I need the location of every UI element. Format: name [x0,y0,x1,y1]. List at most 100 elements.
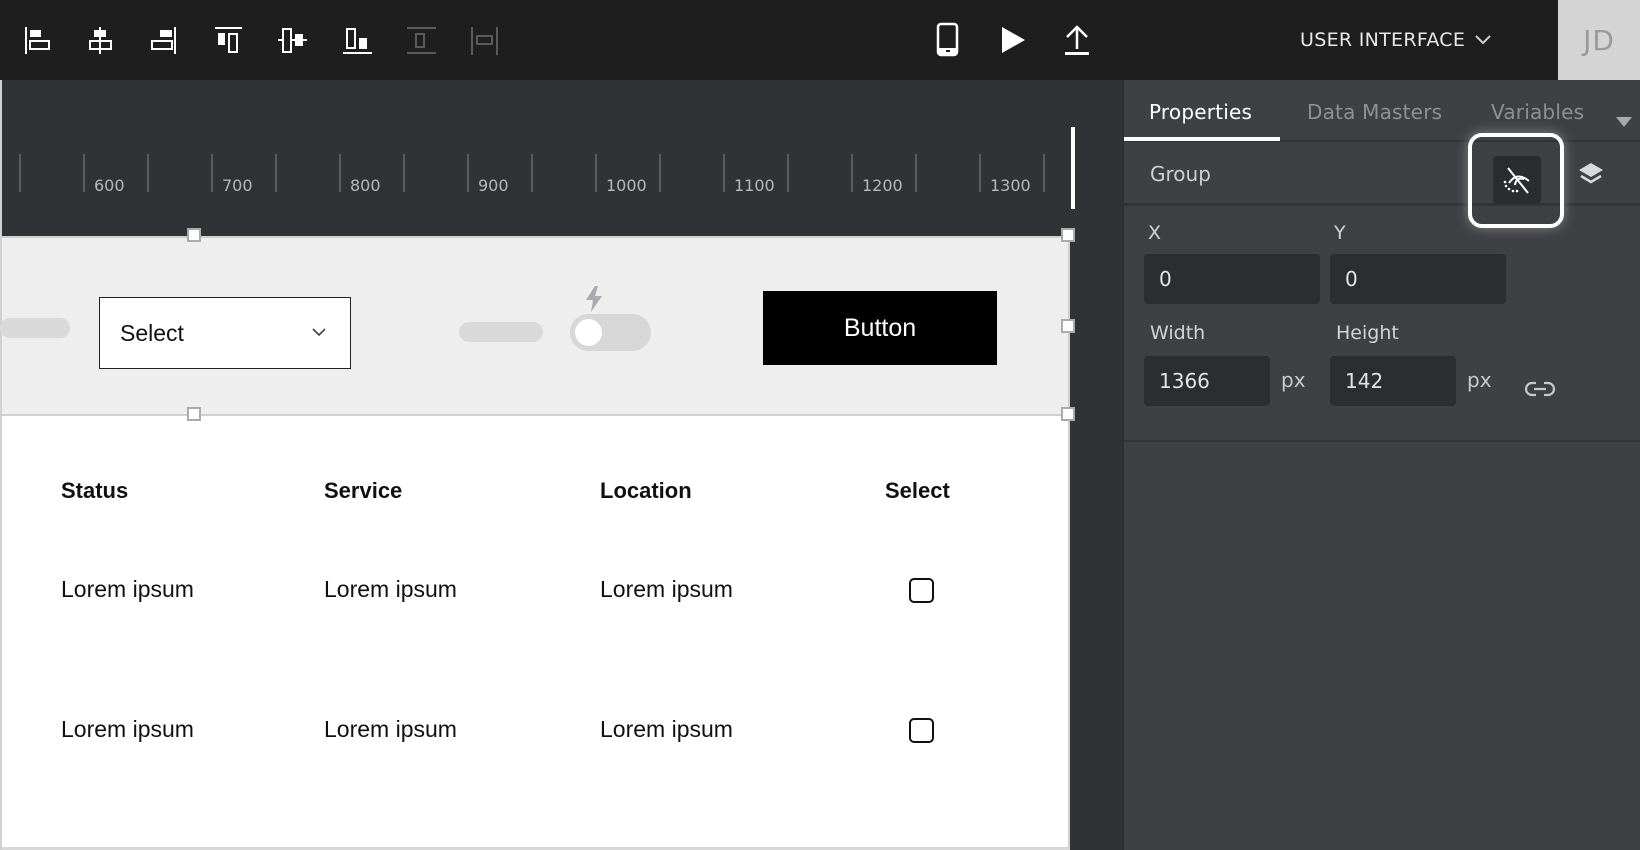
ruler-tick [531,154,533,192]
placeholder-pill [0,318,70,338]
toggle-knob [575,319,602,346]
ruler-tick [211,154,213,192]
align-right-button[interactable] [144,20,184,60]
resize-handle-bottom-right[interactable] [1061,407,1075,421]
play-icon [1002,27,1025,53]
ruler-label: 1100 [734,176,775,195]
ruler-label: 1000 [606,176,647,195]
ruler-selection-edge [1071,127,1075,209]
ruler-tick [147,154,149,192]
align-center-vertical-icon [278,28,307,53]
chevron-down-icon [1475,35,1491,45]
ruler-tick [595,154,597,192]
x-value: 0 [1159,267,1172,291]
ruler-tick [787,154,789,192]
play-button[interactable] [993,20,1033,60]
align-top-button[interactable] [208,20,248,60]
project-menu-label: USER INTERFACE [1300,29,1466,51]
height-unit: px [1467,368,1492,392]
resize-handle-top-right[interactable] [1061,228,1075,242]
ruler-tick [467,154,469,192]
distribute-horizontal-icon [471,27,498,55]
width-input[interactable]: 1366 [1144,356,1270,406]
distribute-vertical-button[interactable] [400,20,440,60]
resize-handle-bottom[interactable] [187,407,201,421]
toggle-switch[interactable] [570,314,651,351]
project-menu[interactable]: USER INTERFACE [1300,24,1491,56]
cell-service: Lorem ipsum [324,716,457,742]
x-input[interactable]: 0 [1144,254,1320,304]
design-canvas[interactable]: Select Button Status Service Location Se… [0,228,1075,850]
ruler-tick [403,154,405,192]
ruler-tick [83,154,85,192]
tab-variables[interactable]: Variables [1491,100,1584,124]
resize-handle-right[interactable] [1061,319,1075,333]
placeholder-pill [459,322,543,342]
height-value: 142 [1345,369,1384,393]
layers-button[interactable] [1576,160,1606,190]
eye-off-icon [1503,167,1530,194]
ruler-tick [851,154,853,192]
selection-header: Group [1124,133,1640,228]
y-input[interactable]: 0 [1330,254,1506,304]
ruler-tick [659,154,661,192]
align-left-button[interactable] [16,20,56,60]
width-unit: px [1281,368,1306,392]
active-tab-indicator [1124,137,1280,141]
primary-button-label: Button [843,313,917,342]
panel-tabs: Properties Data Masters Variables [1124,80,1640,142]
distribute-horizontal-button[interactable] [464,20,504,60]
align-center-horizontal-button[interactable] [80,20,120,60]
lock-aspect-ratio-button[interactable] [1524,380,1556,402]
upload-button[interactable] [1057,20,1097,60]
align-center-horizontal-icon [89,27,112,54]
ruler-tick [19,154,21,192]
tab-properties[interactable]: Properties [1149,100,1252,124]
primary-button[interactable]: Button [763,291,997,365]
toggle-visibility-button[interactable] [1493,156,1541,204]
x-label: X [1148,222,1162,244]
ruler-label: 700 [222,176,253,195]
row-checkbox[interactable] [909,718,934,743]
link-icon [1524,381,1556,397]
ruler-tick [1043,154,1045,192]
width-value: 1366 [1159,369,1210,393]
selected-group[interactable]: Select Button [0,228,1075,421]
select-dropdown[interactable]: Select [99,297,351,369]
selection-type-label: Group [1150,162,1211,186]
align-center-vertical-button[interactable] [272,20,312,60]
cell-location: Lorem ipsum [600,576,733,602]
top-toolbar: USER INTERFACE JD [0,0,1640,80]
column-header-service: Service [324,478,403,503]
ruler-label: 1300 [990,176,1031,195]
align-right-icon [151,27,176,54]
tabs-overflow-dropdown[interactable] [1616,117,1632,127]
y-label: Y [1334,222,1346,244]
distribute-vertical-icon [407,27,436,54]
lightning-icon [586,286,602,312]
cell-location: Lorem ipsum [600,716,733,742]
resize-handle-top[interactable] [187,228,201,242]
tab-data-masters[interactable]: Data Masters [1307,100,1442,124]
properties-panel: Properties Data Masters Variables Group … [1122,80,1640,850]
ruler-tick [915,154,917,192]
ruler-tick [275,154,277,192]
ruler-label: 600 [94,176,125,195]
upload-icon [1065,25,1089,55]
cell-status: Lorem ipsum [61,576,194,602]
mobile-preview-button[interactable] [928,20,968,60]
select-dropdown-label: Select [120,319,184,346]
y-value: 0 [1345,267,1358,291]
height-input[interactable]: 142 [1330,356,1456,406]
cell-service: Lorem ipsum [324,576,457,602]
ruler-tick [339,154,341,192]
row-checkbox[interactable] [909,578,934,603]
align-top-icon [215,27,242,53]
chevron-down-icon [312,328,326,337]
column-header-location: Location [600,478,692,503]
ruler-tick [723,154,725,192]
mobile-preview-icon [936,22,959,57]
horizontal-ruler: 600 700 800 900 1000 1100 1200 1300 [0,80,1075,236]
user-avatar[interactable]: JD [1558,0,1640,80]
align-bottom-button[interactable] [336,20,376,60]
